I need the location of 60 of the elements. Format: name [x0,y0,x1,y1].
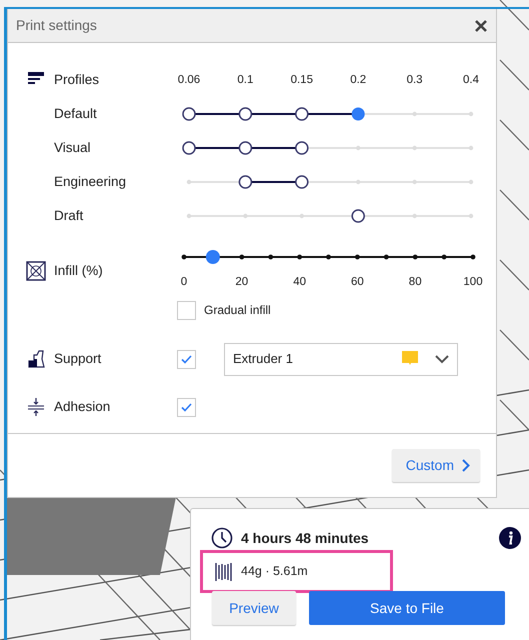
adhesion-icon [26,397,46,418]
spool-icon [215,562,233,582]
range-line [195,113,240,115]
layer-height-label: 0.15 [290,74,313,86]
clock-icon [211,527,233,549]
checkbox-label: Gradual infill [204,302,271,319]
window-title: Print settings [16,16,97,35]
layer-height-label: 0.3 [406,74,423,86]
checkbox[interactable] [177,300,196,320]
check-icon [181,402,192,412]
range-line [251,181,296,183]
layer-height-label: 0.1 [237,74,254,86]
setting-label: Support [54,350,102,368]
dropdown-value: Extruder 1 [233,350,293,368]
slider-node[interactable] [295,175,309,189]
setting-label: Adhesion [54,398,112,416]
infill-icon [26,261,46,282]
setting-label: Profiles [54,70,100,89]
tick-label: 20 [235,276,248,288]
tick-label: 100 [463,276,483,288]
range-line [251,113,296,115]
slider-thumb[interactable] [206,250,220,264]
layer-height-label: 0.06 [178,74,200,86]
slider-node[interactable] [182,141,196,155]
layer-height-label: 0.4 [463,74,479,86]
checkbox[interactable] [177,350,196,368]
tick-label: 60 [351,276,364,288]
tick-label: 0 [180,276,188,288]
slider-node[interactable] [295,107,309,121]
slider-node[interactable] [351,209,365,223]
slider-node[interactable] [238,175,252,189]
range-line [195,147,240,149]
profile-label: Visual [54,138,92,157]
range-line [308,113,352,115]
slider-node[interactable] [352,108,365,120]
layer-height-label: 0.2 [350,74,366,86]
slider-node[interactable] [295,141,309,155]
setting-label: Infill (%) [54,262,104,280]
profile-label: Draft [54,206,84,225]
range-line [251,147,296,149]
custom-button[interactable]: Custom [392,449,480,482]
profile-label: Default [54,104,98,123]
tick-label: 80 [408,276,422,288]
close-icon[interactable] [474,18,488,32]
profile-label: Engineering [54,172,128,191]
support-icon [26,349,46,370]
slider-node[interactable] [182,107,196,121]
slider-node[interactable] [238,141,252,155]
extruder-dropdown[interactable]: Extruder 1 [224,342,458,376]
chevron-right-icon [462,459,470,472]
tick-label: 40 [293,276,306,288]
slider-node[interactable] [238,107,252,121]
material-usage: 44g · 5.61m [241,563,308,580]
info-icon[interactable] [499,527,521,549]
checkbox[interactable] [177,398,196,416]
check-icon [181,354,192,364]
preview-button[interactable]: Preview [212,591,296,625]
caret-icon [435,354,449,364]
print-time: 4 hours 48 minutes [241,528,369,548]
save-button[interactable]: Save to File [309,591,505,625]
